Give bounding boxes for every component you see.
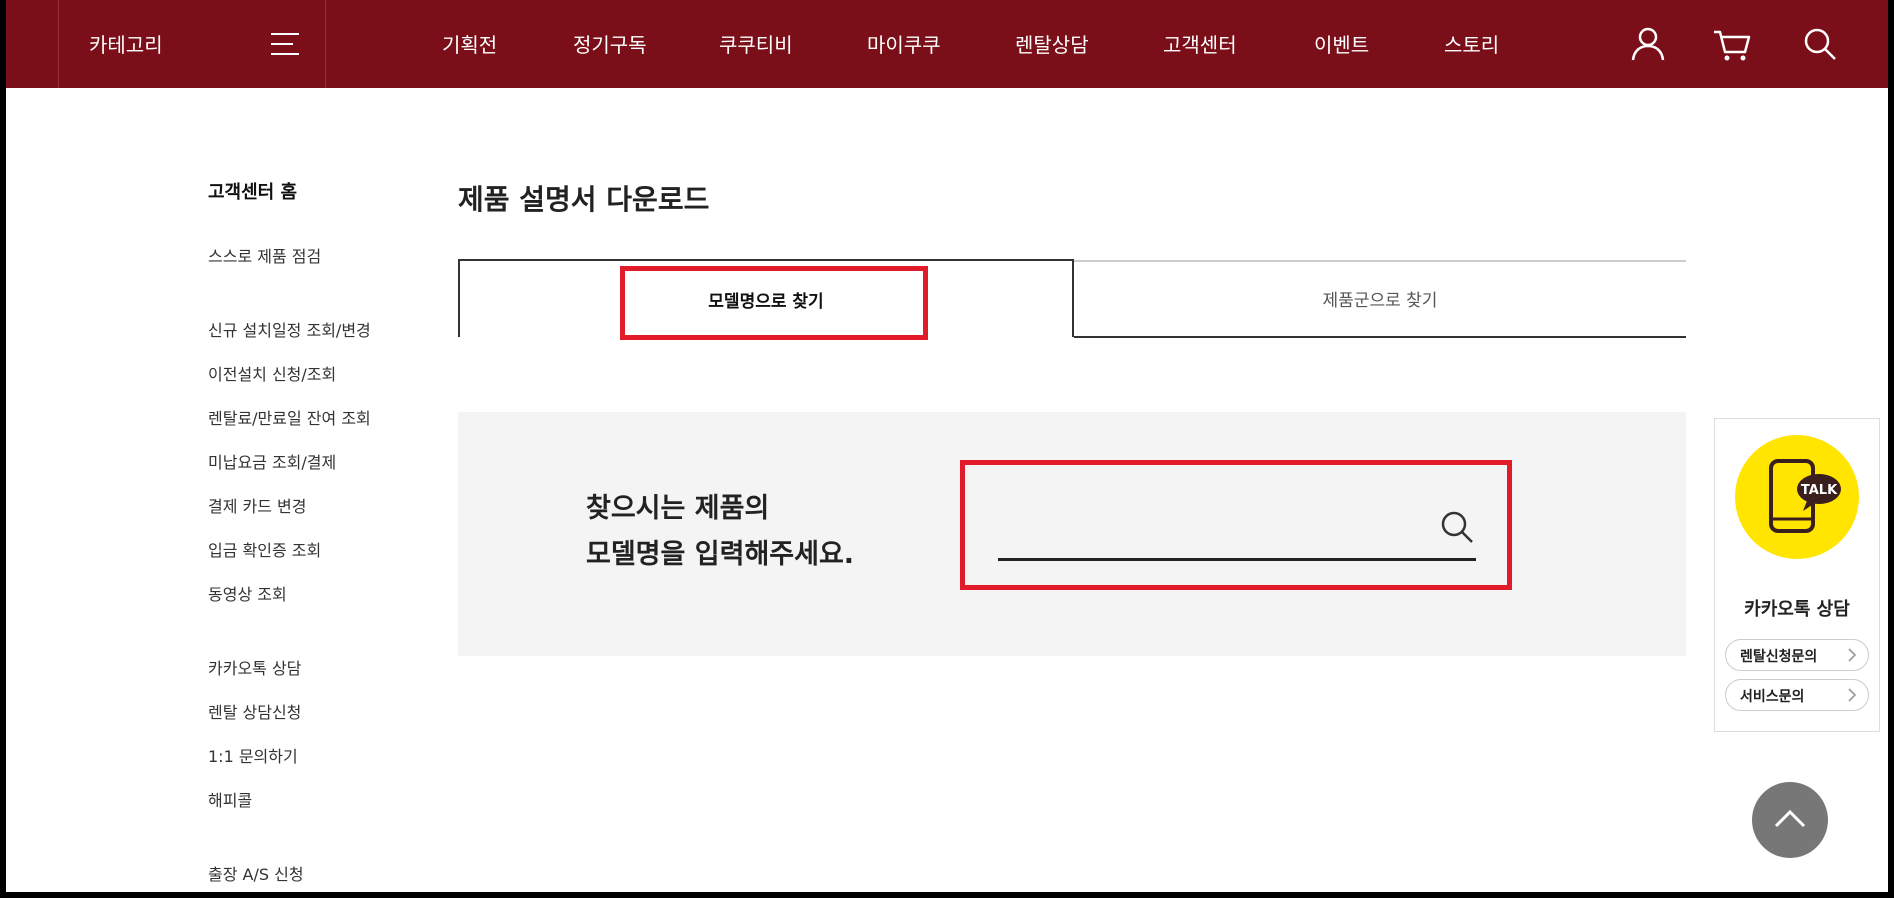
model-name-input[interactable] — [998, 496, 1432, 548]
sidebar-item-happy-call[interactable]: 해피콜 — [208, 787, 252, 811]
sidebar-item-inquiry[interactable]: 1:1 문의하기 — [208, 743, 298, 767]
chevron-right-icon — [1848, 648, 1857, 662]
search-guide-line-2: 모델명을 입력해주세요. — [586, 539, 855, 570]
kakao-talk-widget: TALK 카카오톡 상담 렌탈신청문의 서비스문의 — [1714, 418, 1880, 732]
nav-item-cuckoo-tv[interactable]: 쿠쿠티비 — [719, 29, 793, 58]
rental-inquiry-button[interactable]: 렌탈신청문의 — [1725, 639, 1869, 671]
chevron-up-icon — [1774, 809, 1806, 828]
kakao-talk-badge-icon[interactable]: TALK — [1735, 435, 1859, 559]
rental-inquiry-label: 렌탈신청문의 — [1740, 649, 1818, 665]
search-input-underline — [998, 558, 1476, 561]
sidebar-item-home[interactable]: 고객센터 홈 — [208, 178, 297, 204]
sidebar-item-rental-request[interactable]: 렌탈 상담신청 — [208, 699, 301, 723]
tab-model-search-label: 모델명으로 찾기 — [708, 292, 824, 312]
nav-item-exhibition[interactable]: 기획전 — [442, 29, 497, 58]
user-icon[interactable] — [1628, 24, 1668, 64]
service-inquiry-button[interactable]: 서비스문의 — [1725, 679, 1869, 711]
nav-item-customer-center[interactable]: 고객센터 — [1163, 29, 1237, 58]
hamburger-menu-icon[interactable] — [271, 32, 299, 56]
tab-model-search[interactable]: 모델명으로 찾기 — [458, 259, 1074, 337]
top-header: 카테고리 기획전 정기구독 쿠쿠티비 마이쿠쿠 렌탈상담 고객센터 이벤트 스토… — [6, 0, 1888, 88]
sidebar-item-install-schedule[interactable]: 신규 설치일정 조회/변경 — [208, 317, 371, 341]
category-menu[interactable]: 카테고리 — [58, 0, 326, 88]
sidebar-item-card-change[interactable]: 결제 카드 변경 — [208, 493, 307, 517]
page-title: 제품 설명서 다운로드 — [458, 183, 710, 216]
sidebar-item-video[interactable]: 동영상 조회 — [208, 581, 287, 605]
search-guide-text: 찾으시는 제품의 모델명을 입력해주세요. — [586, 486, 854, 578]
nav-item-event[interactable]: 이벤트 — [1314, 29, 1369, 58]
search-icon[interactable] — [1800, 24, 1840, 64]
sidebar-item-self-check[interactable]: 스스로 제품 점검 — [208, 243, 321, 267]
scroll-to-top-button[interactable] — [1752, 782, 1828, 858]
search-submit-icon[interactable] — [1438, 508, 1476, 546]
model-search-panel: 찾으시는 제품의 모델명을 입력해주세요. — [458, 412, 1686, 656]
sidebar-item-deposit-receipt[interactable]: 입금 확인증 조회 — [208, 537, 321, 561]
nav-item-my-cuckoo[interactable]: 마이쿠쿠 — [867, 29, 941, 58]
service-inquiry-label: 서비스문의 — [1740, 689, 1805, 705]
cart-icon[interactable] — [1712, 24, 1752, 64]
search-guide-line-1: 찾으시는 제품의 — [586, 493, 770, 524]
tab-category-search-label: 제품군으로 찾기 — [1322, 291, 1438, 311]
kakao-talk-title: 카카오톡 상담 — [1744, 599, 1850, 620]
sidebar-item-rental-fee[interactable]: 렌탈료/만료일 잔여 조회 — [208, 405, 371, 429]
sidebar-item-kakao-consult[interactable]: 카카오톡 상담 — [208, 655, 301, 679]
sidebar-item-as-request[interactable]: 출장 A/S 신청 — [208, 861, 304, 885]
sidebar-item-unpaid[interactable]: 미납요금 조회/결제 — [208, 449, 336, 473]
sidebar-item-relocation[interactable]: 이전설치 신청/조회 — [208, 361, 336, 385]
nav-item-subscription[interactable]: 정기구독 — [573, 29, 647, 58]
category-label: 카테고리 — [89, 33, 163, 57]
browser-viewport: 카테고리 기획전 정기구독 쿠쿠티비 마이쿠쿠 렌탈상담 고객센터 이벤트 스토… — [6, 0, 1888, 892]
chevron-right-icon — [1848, 688, 1857, 702]
nav-item-story[interactable]: 스토리 — [1444, 29, 1499, 58]
nav-item-rental-consult[interactable]: 렌탈상담 — [1015, 29, 1089, 58]
talk-badge-text: TALK — [1801, 483, 1838, 498]
tab-category-search[interactable]: 제품군으로 찾기 — [1074, 260, 1686, 338]
